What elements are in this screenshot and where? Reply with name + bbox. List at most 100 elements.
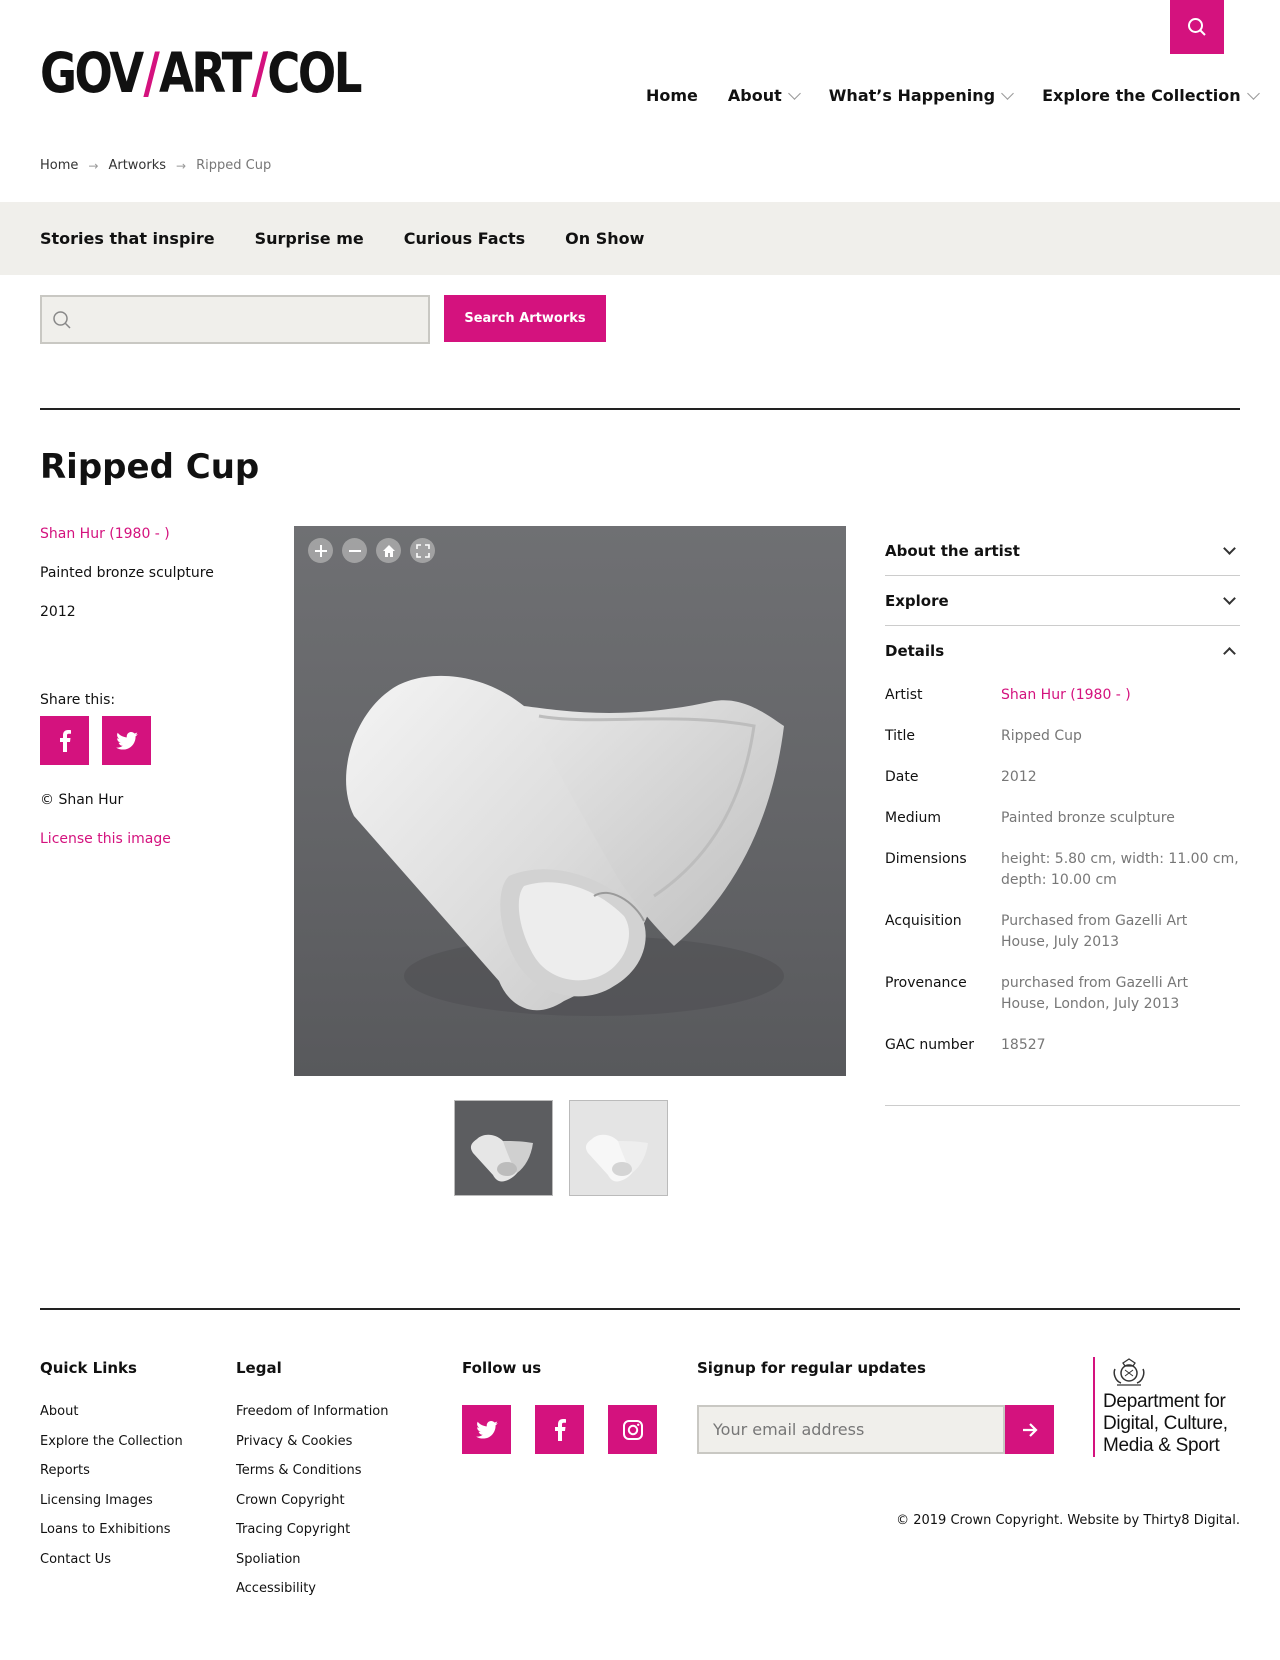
detail-key: Provenance xyxy=(885,975,967,991)
subnav-on-show[interactable]: On Show xyxy=(565,229,644,248)
site-logo[interactable]: GOV / ART / COL xyxy=(40,40,363,106)
chevron-down-icon xyxy=(1001,86,1014,100)
chevron-up-icon xyxy=(1223,646,1236,660)
footer-twitter-button[interactable] xyxy=(462,1405,511,1454)
search-icon xyxy=(1188,18,1206,36)
detail-row: Provenance purchased from Gazelli Art Hou… xyxy=(885,973,1240,1015)
footer-signup-title: Signup for regular updates xyxy=(697,1359,926,1377)
breadcrumb-home[interactable]: Home xyxy=(40,158,78,173)
footer-link-loans[interactable]: Loans to Exhibitions xyxy=(40,1522,183,1552)
accordion-about-artist[interactable]: About the artist xyxy=(885,526,1240,576)
arrow-right-icon: → xyxy=(88,158,99,173)
footer-facebook-button[interactable] xyxy=(535,1405,584,1454)
royal-coat-of-arms-icon xyxy=(1113,1358,1145,1386)
footer-link-licensing[interactable]: Licensing Images xyxy=(40,1493,183,1523)
artwork-image-viewer[interactable] xyxy=(294,526,846,1076)
artist-link[interactable]: Shan Hur (1980 - ) xyxy=(40,526,260,565)
share-facebook-button[interactable] xyxy=(40,716,89,765)
license-image-link[interactable]: License this image xyxy=(40,831,260,847)
footer-link-accessibility[interactable]: Accessibility xyxy=(236,1581,389,1611)
details-panel: Artist Shan Hur (1980 - ) Title Ripped Cup… xyxy=(885,676,1240,1106)
detail-row: Dimensions height: 5.80 cm, width: 11.00 … xyxy=(885,849,1240,891)
footer-email-submit-button[interactable] xyxy=(1005,1405,1054,1454)
logo-text-gov: GOV xyxy=(40,41,144,105)
artwork-meta: Shan Hur (1980 - ) Painted bronze sculpt… xyxy=(40,526,260,847)
artwork-medium: Painted bronze sculpture xyxy=(40,565,214,581)
footer-divider xyxy=(40,1308,1240,1310)
logo-text-art: ART xyxy=(158,41,252,105)
nav-whats-happening[interactable]: What’s Happening xyxy=(829,86,1014,105)
thumbnail-2[interactable] xyxy=(569,1100,668,1196)
footer-link-reports[interactable]: Reports xyxy=(40,1463,183,1493)
page-title: Ripped Cup xyxy=(40,447,260,487)
share-label: Share this: xyxy=(40,692,116,708)
subnav-surprise[interactable]: Surprise me xyxy=(255,229,364,248)
thumbnail-image xyxy=(585,1134,648,1182)
nav-explore-collection[interactable]: Explore the Collection xyxy=(1042,86,1260,105)
detail-value: purchased from Gazelli Art House, London… xyxy=(1001,975,1188,1012)
footer-email-input[interactable]: Your email address xyxy=(697,1405,1005,1454)
zoom-in-button[interactable] xyxy=(308,538,333,563)
footer-link-privacy[interactable]: Privacy & Cookies xyxy=(236,1434,389,1464)
logo-slash: / xyxy=(143,41,159,105)
footer-link-about[interactable]: About xyxy=(40,1404,183,1434)
search-artworks-button[interactable]: Search Artworks xyxy=(444,295,606,342)
thumbnail-1[interactable] xyxy=(454,1100,553,1196)
artwork-date: 2012 xyxy=(40,604,76,620)
zoom-controls xyxy=(308,538,435,563)
thumbnail-image xyxy=(470,1134,533,1182)
home-icon xyxy=(382,544,395,557)
header-search-button[interactable] xyxy=(1170,0,1224,54)
fullscreen-button[interactable] xyxy=(410,538,435,563)
sub-nav: Stories that inspire Surprise me Curious… xyxy=(0,202,1280,275)
footer-follow-title: Follow us xyxy=(462,1359,542,1377)
detail-key: Title xyxy=(885,728,916,744)
footer-link-foi[interactable]: Freedom of Information xyxy=(236,1404,389,1434)
dcms-logo[interactable]: Department for Digital, Culture, Media &… xyxy=(1093,1357,1228,1457)
footer-link-contact[interactable]: Contact Us xyxy=(40,1552,183,1582)
twitter-icon xyxy=(475,1420,498,1439)
share-twitter-button[interactable] xyxy=(102,716,151,765)
nav-explore-label: Explore the Collection xyxy=(1042,86,1241,105)
footer-link-spoliation[interactable]: Spoliation xyxy=(236,1552,389,1582)
detail-artist-link[interactable]: Shan Hur (1980 - ) xyxy=(1001,685,1240,706)
footer-link-tracing-copyright[interactable]: Tracing Copyright xyxy=(236,1522,389,1552)
subnav-curious-facts[interactable]: Curious Facts xyxy=(404,229,525,248)
zoom-out-button[interactable] xyxy=(342,538,367,563)
accordion-about-artist-label: About the artist xyxy=(885,541,1020,560)
nav-about[interactable]: About xyxy=(728,86,801,105)
accordion-details[interactable]: Details xyxy=(885,626,1240,676)
artwork-search-input[interactable] xyxy=(40,295,430,344)
footer-instagram-button[interactable] xyxy=(608,1405,657,1454)
arrow-right-icon: → xyxy=(176,158,187,173)
footer-legal-links: Freedom of Information Privacy & Cookies… xyxy=(236,1404,389,1611)
accordion-explore-label: Explore xyxy=(885,591,949,610)
footer-link-terms[interactable]: Terms & Conditions xyxy=(236,1463,389,1493)
detail-value: Painted bronze sculpture xyxy=(1001,810,1175,826)
dcms-line-1: Department for xyxy=(1103,1391,1226,1412)
footer-link-crown-copyright[interactable]: Crown Copyright xyxy=(236,1493,389,1523)
breadcrumb-current: Ripped Cup xyxy=(196,158,272,173)
breadcrumb-artworks[interactable]: Artworks xyxy=(108,158,166,173)
nav-home[interactable]: Home xyxy=(646,86,698,105)
detail-row: Acquisition Purchased from Gazelli Art Ho… xyxy=(885,911,1240,953)
footer-quick-links: About Explore the Collection Reports Lic… xyxy=(40,1404,183,1581)
subnav-stories[interactable]: Stories that inspire xyxy=(40,229,215,248)
detail-value: Purchased from Gazelli Art House, July 2… xyxy=(1001,913,1188,950)
facebook-icon xyxy=(59,729,71,752)
detail-row: Date 2012 xyxy=(885,767,1240,788)
detail-row: Title Ripped Cup xyxy=(885,726,1240,747)
detail-row: Medium Painted bronze sculpture xyxy=(885,808,1240,829)
plus-icon xyxy=(314,544,327,557)
dcms-line-2: Digital, Culture, xyxy=(1103,1413,1228,1434)
facebook-icon xyxy=(554,1418,566,1441)
reset-view-button[interactable] xyxy=(376,538,401,563)
breadcrumb: Home → Artworks → Ripped Cup xyxy=(40,158,271,173)
footer-link-explore[interactable]: Explore the Collection xyxy=(40,1434,183,1464)
detail-row: Artist Shan Hur (1980 - ) xyxy=(885,685,1240,706)
accordion-explore[interactable]: Explore xyxy=(885,576,1240,626)
detail-key: Date xyxy=(885,769,919,785)
logo-slash: / xyxy=(251,41,268,105)
arrow-right-icon xyxy=(1022,1422,1038,1437)
fullscreen-icon xyxy=(415,543,430,558)
